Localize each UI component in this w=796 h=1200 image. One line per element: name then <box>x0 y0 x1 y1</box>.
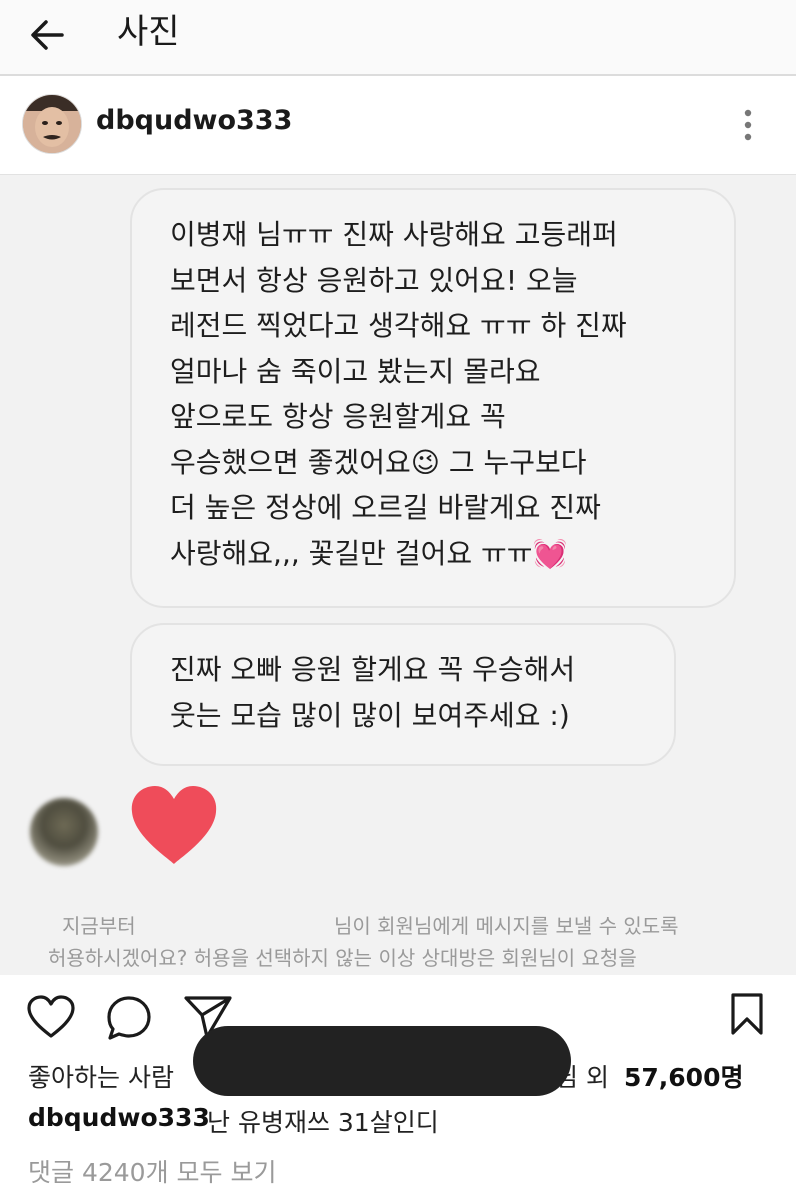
message-line: 더 높은 정상에 오르길 바랄게요 진짜 <box>170 491 601 524</box>
caption-username[interactable]: dbqudwo333 <box>28 1103 210 1132</box>
view-all-comments-link[interactable]: 댓글 4240개 모두 보기 <box>28 1153 276 1189</box>
message-line: 앞으로도 항상 응원할게요 꼭 <box>170 400 506 433</box>
message-request-text: 님이 회원님에게 메시지를 보낼 수 있도록 <box>334 914 679 938</box>
post-username[interactable]: dbqudwo333 <box>96 105 292 136</box>
message-bubble: 진짜 오빠 응원 할게요 꼭 우승해서 웃는 모습 많이 많이 보여주세요 :) <box>130 623 676 766</box>
bookmark-icon[interactable] <box>730 992 764 1036</box>
message-request-text: 지금부터 <box>62 914 136 938</box>
heart-reaction-icon <box>131 786 217 864</box>
heart-outline-icon[interactable] <box>26 994 76 1040</box>
redaction-bar <box>193 1026 571 1096</box>
message-line: 웃는 모습 많이 많이 보여주세요 :) <box>170 698 570 732</box>
page-title: 사진 <box>117 12 180 52</box>
message-request-text: 허용하시겠어요? 허용을 선택하지 않는 이상 상대방은 회원님이 요청을 <box>48 946 637 970</box>
message-line: 사랑해요,,, 꽃길만 걸어요 ㅠㅠ💓 <box>170 536 568 570</box>
message-line: 이병재 님ㅠㅠ 진짜 사랑해요 고등래퍼 <box>170 218 618 251</box>
likes-prefix: 좋아하는 사람 <box>28 1063 174 1092</box>
likes-count[interactable]: 57,600명 <box>624 1058 743 1094</box>
more-vertical-icon[interactable] <box>733 104 763 146</box>
back-arrow-icon[interactable] <box>24 10 74 60</box>
message-line: 보면서 항상 응원하고 있어요! 오늘 <box>170 263 578 297</box>
message-line: 레전드 찍었다고 생각해요 ㅠㅠ 하 진짜 <box>170 309 627 342</box>
caption-text: 난 유병재쓰 31살인디 <box>207 1108 439 1137</box>
profile-avatar[interactable] <box>22 94 82 154</box>
comment-icon[interactable] <box>105 994 153 1042</box>
face-avatar-image <box>23 95 81 153</box>
message-bubble: 이병재 님ㅠㅠ 진짜 사랑해요 고등래퍼 보면서 항상 응원하고 있어요! 오늘… <box>130 188 736 608</box>
message-line: 진짜 오빠 응원 할게요 꼭 우승해서 <box>170 653 576 686</box>
message-line: 얼마나 숨 죽이고 봤는지 몰라요 <box>170 354 541 388</box>
sender-avatar-blurred <box>30 798 98 866</box>
message-line: 우승했으면 좋겠어요😉 그 누구보다 <box>170 445 587 479</box>
